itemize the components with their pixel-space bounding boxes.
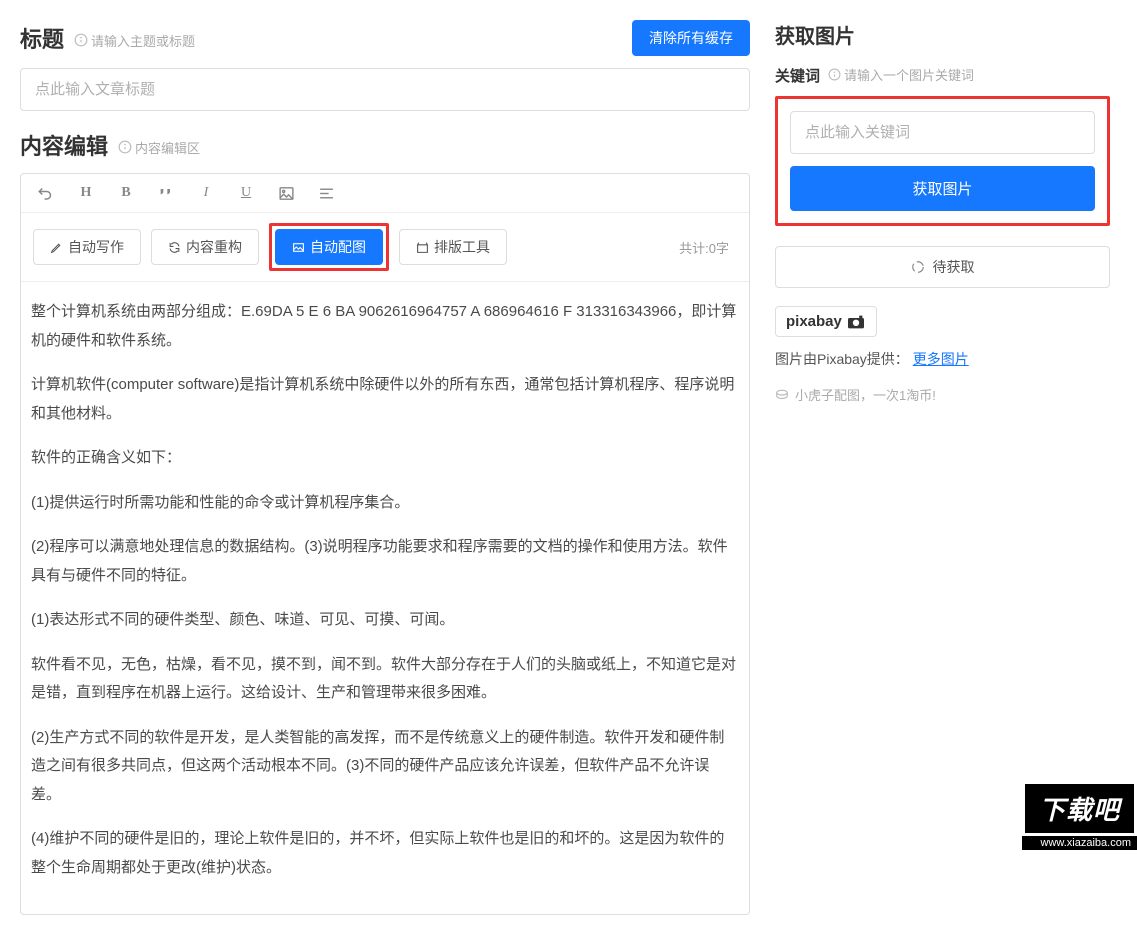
underline-icon[interactable]: U <box>237 185 255 201</box>
format-toolbar: H B I U <box>21 174 749 213</box>
keyword-highlight: 获取图片 <box>775 96 1110 226</box>
undo-icon[interactable] <box>37 184 55 202</box>
paragraph: 整个计算机系统由两部分组成：E.69DA 5 E 6 BA 9062616964… <box>31 298 739 355</box>
restructure-button[interactable]: 内容重构 <box>151 229 259 265</box>
paragraph: (2)程序可以满意地处理信息的数据结构。(3)说明程序功能要求和程序需要的文档的… <box>31 533 739 590</box>
paragraph: 软件看不见，无色，枯燥，看不见，摸不到，闻不到。软件大部分存在于人们的头脑或纸上… <box>31 651 739 708</box>
auto-image-button[interactable]: 自动配图 <box>275 229 383 265</box>
title-input[interactable] <box>20 68 750 111</box>
info-icon <box>828 68 841 81</box>
info-icon <box>74 33 88 47</box>
editor-box: H B I U 自动写作 内容重构 <box>20 173 750 915</box>
picture-icon <box>292 241 305 254</box>
info-icon <box>118 140 132 154</box>
action-toolbar: 自动写作 内容重构 自动配图 排版工具 共计:0字 <box>21 213 749 282</box>
title-header: 标题 请输入主题或标题 清除所有缓存 <box>20 20 750 56</box>
auto-write-button[interactable]: 自动写作 <box>33 229 141 265</box>
paragraph: (4)维护不同的硬件是旧的，理论上软件是旧的，并不坏，但实际上软件也是旧的和坏的… <box>31 825 739 882</box>
status-box: 待获取 <box>775 246 1110 288</box>
image-icon[interactable] <box>277 185 295 202</box>
watermark-badge: 下载吧 www.xiazaiba.com <box>1022 781 1137 850</box>
align-icon[interactable] <box>317 185 335 202</box>
refresh-icon <box>168 241 181 254</box>
title-hint: 请输入主题或标题 <box>74 31 195 50</box>
title-label: 标题 <box>20 22 64 54</box>
heading-icon[interactable]: H <box>77 185 95 201</box>
bold-icon[interactable]: B <box>117 185 135 201</box>
keyword-input[interactable] <box>790 111 1095 154</box>
content-area[interactable]: 整个计算机系统由两部分组成：E.69DA 5 E 6 BA 9062616964… <box>21 282 749 914</box>
camera-icon <box>846 314 866 330</box>
keyword-label: 关键词 <box>775 65 820 86</box>
source-row: 图片由Pixabay提供： 更多图片 <box>775 349 1110 369</box>
content-header: 内容编辑 内容编辑区 <box>20 129 750 161</box>
quote-icon[interactable] <box>157 185 175 201</box>
content-hint: 内容编辑区 <box>118 138 200 157</box>
coin-icon <box>775 388 789 402</box>
keyword-hint: 请输入一个图片关键词 <box>828 65 974 84</box>
watermark-url: www.xiazaiba.com <box>1022 836 1137 850</box>
watermark-text: 下载吧 <box>1022 781 1137 836</box>
pencil-icon <box>50 241 63 254</box>
pixabay-logo: pixabay <box>775 306 877 337</box>
more-images-link[interactable]: 更多图片 <box>913 351 969 367</box>
fetch-image-button[interactable]: 获取图片 <box>790 166 1095 211</box>
word-count: 共计:0字 <box>679 238 737 257</box>
italic-icon[interactable]: I <box>197 185 215 201</box>
layout-tool-button[interactable]: 排版工具 <box>399 229 507 265</box>
paragraph: 软件的正确含义如下： <box>31 444 739 473</box>
paragraph: (1)表达形式不同的硬件类型、颜色、味道、可见、可摸、可闻。 <box>31 606 739 635</box>
content-label: 内容编辑 <box>20 129 108 161</box>
auto-image-highlight: 自动配图 <box>269 223 389 271</box>
paragraph: (2)生产方式不同的软件是开发，是人类智能的高发挥，而不是传统意义上的硬件制造。… <box>31 724 739 810</box>
side-title: 获取图片 <box>775 20 1110 49</box>
clear-cache-button[interactable]: 清除所有缓存 <box>632 20 750 56</box>
spinner-icon <box>911 260 925 274</box>
layout-icon <box>416 241 429 254</box>
credit-row: 小虎子配图，一次1淘币! <box>775 385 1110 404</box>
paragraph: 计算机软件(computer software)是指计算机系统中除硬件以外的所有… <box>31 371 739 428</box>
paragraph: (1)提供运行时所需功能和性能的命令或计算机程序集合。 <box>31 489 739 518</box>
